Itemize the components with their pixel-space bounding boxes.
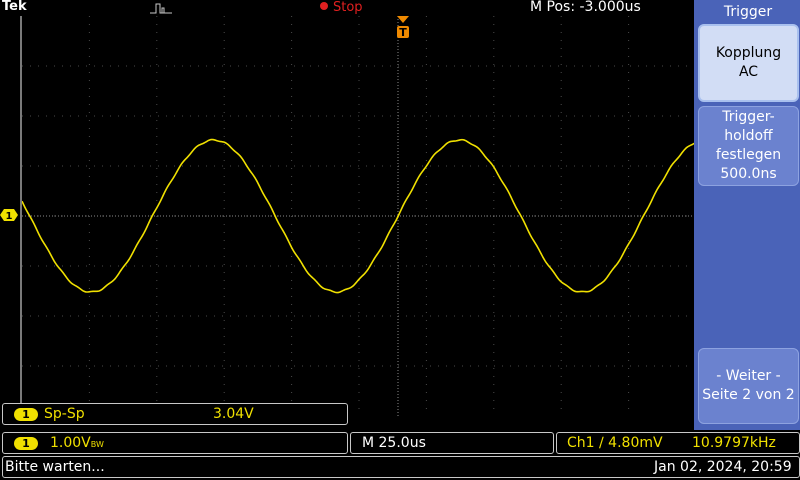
vertical-scale-readout: 1.00VBW	[50, 432, 104, 456]
trigger-holdoff-button[interactable]: Trigger- holdoff festlegen 500.0ns	[698, 106, 799, 186]
stop-icon	[320, 2, 328, 10]
holdoff-label-2: holdoff	[724, 128, 773, 144]
acquisition-pulse-icon	[150, 3, 172, 14]
vertical-scale-value: 1.00V	[50, 435, 91, 451]
bandwidth-limit-indicator: BW	[90, 440, 104, 449]
run-state-indicator[interactable]: Stop	[320, 0, 363, 15]
timebase-readout: M 25.0us	[362, 435, 426, 451]
date-time: Jan 02, 2024, 20:59	[654, 459, 792, 475]
svg-text:1: 1	[6, 211, 13, 221]
brand-logo: Tek	[2, 0, 27, 14]
trigger-frequency-readout: 10.9797kHz	[692, 435, 776, 451]
horizontal-position-readout: M Pos: -3.000us	[530, 0, 641, 15]
channel-1-badge: 1	[14, 437, 38, 450]
status-message: Bitte warten...	[5, 459, 105, 475]
more-page-button[interactable]: - Weiter - Seite 2 von 2	[698, 348, 799, 424]
coupling-label: Kopplung	[715, 45, 782, 61]
trigger-level-readout: Ch1 ∕ 4.80mV	[567, 435, 663, 451]
coupling-value: AC	[738, 64, 759, 80]
more-label: - Weiter -	[716, 368, 781, 384]
measurement-channel-badge: 1	[14, 408, 38, 421]
measurement-name: Sp-Sp	[44, 406, 85, 422]
trigger-marker-label: T	[399, 26, 407, 39]
holdoff-value: 500.0ns	[720, 166, 777, 182]
holdoff-label-1: Trigger-	[722, 109, 775, 125]
page-indicator: Seite 2 von 2	[702, 387, 795, 403]
channel-1-ground-marker[interactable]: 1	[0, 209, 18, 221]
side-menu-title: Trigger	[723, 4, 773, 20]
coupling-button[interactable]: Kopplung AC	[698, 24, 799, 102]
measurement-value: 3.04V	[213, 406, 254, 422]
holdoff-label-3: festlegen	[715, 147, 782, 163]
waveform-graticule[interactable]	[20, 16, 696, 416]
run-state-label: Stop	[333, 0, 363, 15]
trigger-position-marker[interactable]: T	[396, 16, 410, 42]
